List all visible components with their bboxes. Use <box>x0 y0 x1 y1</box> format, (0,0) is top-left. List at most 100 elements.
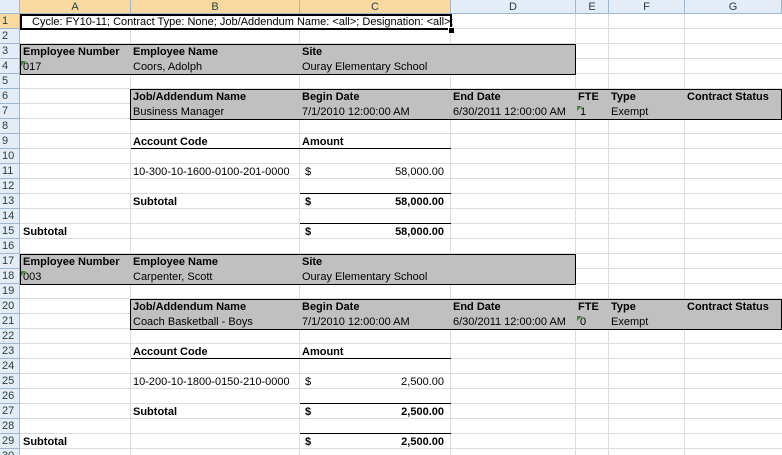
cell-begin-date[interactable]: 7/1/2010 12:00:00 AM <box>302 105 410 119</box>
header-contract-status[interactable]: Contract Status <box>687 90 769 104</box>
row-header[interactable]: 18 <box>0 269 20 284</box>
header-type[interactable]: Type <box>611 90 636 104</box>
cell-employee-number[interactable]: 003 <box>23 270 41 284</box>
row-header[interactable]: 23 <box>0 344 20 359</box>
column-header-g[interactable]: G <box>685 0 782 14</box>
cell-subtotal-label[interactable]: Subtotal <box>133 405 177 419</box>
row-header[interactable]: 12 <box>0 179 20 194</box>
cell-job-name[interactable]: Business Manager <box>133 105 224 119</box>
fill-handle[interactable] <box>448 27 455 34</box>
cell-employee-number[interactable]: 017 <box>23 60 41 74</box>
cell-a1[interactable]: Cycle: FY10-11; Contract Type: None; Job… <box>32 15 454 29</box>
row-header[interactable]: 13 <box>0 194 20 209</box>
cell-currency[interactable]: $ <box>305 225 311 239</box>
row-header[interactable]: 27 <box>0 404 20 419</box>
row-header[interactable]: 15 <box>0 224 20 239</box>
row-header[interactable]: 1 <box>0 14 20 29</box>
row-header[interactable]: 21 <box>0 314 20 329</box>
cell-job-name[interactable]: Coach Basketball - Boys <box>133 315 253 329</box>
header-account-code[interactable]: Account Code <box>133 135 208 149</box>
row-header[interactable]: 22 <box>0 329 20 344</box>
column-header-b[interactable]: B <box>131 0 300 14</box>
select-all-corner[interactable] <box>0 0 20 14</box>
row-header[interactable]: 9 <box>0 134 20 149</box>
cell-currency[interactable]: $ <box>305 195 311 209</box>
row-header[interactable]: 8 <box>0 119 20 134</box>
header-begin-date[interactable]: Begin Date <box>302 90 359 104</box>
row-header[interactable]: 19 <box>0 284 20 299</box>
column-header-e[interactable]: E <box>576 0 609 14</box>
header-fte[interactable]: FTE <box>578 90 599 104</box>
row-header[interactable]: 7 <box>0 104 20 119</box>
cell-amount[interactable]: 2,500.00 <box>320 375 444 389</box>
header-begin-date[interactable]: Begin Date <box>302 300 359 314</box>
row-header[interactable]: 6 <box>0 89 20 104</box>
cell-currency[interactable]: $ <box>305 165 311 179</box>
cell-end-date[interactable]: 6/30/2011 12:00:00 AM <box>453 315 566 329</box>
header-employee-number[interactable]: Employee Number <box>23 255 120 269</box>
cell-amount[interactable]: 58,000.00 <box>320 165 444 179</box>
cell-fte[interactable]: 0 <box>580 315 586 329</box>
cell-currency[interactable]: $ <box>305 405 311 419</box>
row-header[interactable]: 10 <box>0 149 20 164</box>
header-end-date[interactable]: End Date <box>453 90 501 104</box>
cell-begin-date[interactable]: 7/1/2010 12:00:00 AM <box>302 315 410 329</box>
row-header[interactable]: 5 <box>0 74 20 89</box>
cell-account-code[interactable]: 10-300-10-1600-0100-201-0000 <box>133 165 290 179</box>
header-site[interactable]: Site <box>302 45 322 59</box>
header-end-date[interactable]: End Date <box>453 300 501 314</box>
cell-currency[interactable]: $ <box>305 435 311 449</box>
cell-employee-name[interactable]: Carpenter, Scott <box>133 270 213 284</box>
row-header[interactable]: 11 <box>0 164 20 179</box>
cell-subtotal[interactable]: 2,500.00 <box>320 405 444 419</box>
row-header[interactable]: 4 <box>0 59 20 74</box>
cell-subtotal-label[interactable]: Subtotal <box>133 195 177 209</box>
cell-type[interactable]: Exempt <box>611 315 648 329</box>
row-header[interactable]: 30 <box>0 449 20 455</box>
row-header[interactable]: 14 <box>0 209 20 224</box>
column-header-d[interactable]: D <box>451 0 576 14</box>
gridline <box>20 163 782 164</box>
row-header[interactable]: 16 <box>0 239 20 254</box>
cell-type[interactable]: Exempt <box>611 105 648 119</box>
cell-site[interactable]: Ouray Elementary School <box>302 60 427 74</box>
row-header[interactable]: 29 <box>0 434 20 449</box>
header-amount[interactable]: Amount <box>302 345 344 359</box>
header-type[interactable]: Type <box>611 300 636 314</box>
cell-account-code[interactable]: 10-200-10-1800-0150-210-0000 <box>133 375 290 389</box>
row-header[interactable]: 26 <box>0 389 20 404</box>
header-job-name[interactable]: Job/Addendum Name <box>133 90 246 104</box>
row-header[interactable]: 25 <box>0 374 20 389</box>
row-header[interactable]: 20 <box>0 299 20 314</box>
row-header[interactable]: 24 <box>0 359 20 374</box>
header-employee-name[interactable]: Employee Name <box>133 45 218 59</box>
header-employee-number[interactable]: Employee Number <box>23 45 120 59</box>
cell-subtotal-label[interactable]: Subtotal <box>23 435 67 449</box>
cell-subtotal[interactable]: 58,000.00 <box>320 195 444 209</box>
header-amount[interactable]: Amount <box>302 135 344 149</box>
gridline <box>20 343 782 344</box>
cell-employee-name[interactable]: Coors, Adolph <box>133 60 202 74</box>
cell-fte[interactable]: 1 <box>580 105 586 119</box>
header-account-code[interactable]: Account Code <box>133 345 208 359</box>
row-header[interactable]: 17 <box>0 254 20 269</box>
row-header[interactable]: 3 <box>0 44 20 59</box>
header-site[interactable]: Site <box>302 255 322 269</box>
cell-grand-subtotal[interactable]: 58,000.00 <box>320 225 444 239</box>
cell-currency[interactable]: $ <box>305 375 311 389</box>
cell-subtotal-label[interactable]: Subtotal <box>23 225 67 239</box>
header-fte[interactable]: FTE <box>578 300 599 314</box>
cell-end-date[interactable]: 6/30/2011 12:00:00 AM <box>453 105 566 119</box>
header-job-name[interactable]: Job/Addendum Name <box>133 300 246 314</box>
row-header[interactable]: 28 <box>0 419 20 434</box>
cell-grand-subtotal[interactable]: 2,500.00 <box>320 435 444 449</box>
row-header[interactable]: 2 <box>0 29 20 44</box>
column-header-a[interactable]: A <box>20 0 131 14</box>
cell-site[interactable]: Ouray Elementary School <box>302 270 427 284</box>
header-contract-status[interactable]: Contract Status <box>687 300 769 314</box>
header-underline <box>131 148 451 149</box>
column-header-c[interactable]: C <box>300 0 451 14</box>
spreadsheet[interactable]: A B C D E F G 1 2 3 4 5 6 7 8 9 10 11 12… <box>0 0 782 455</box>
header-employee-name[interactable]: Employee Name <box>133 255 218 269</box>
column-header-f[interactable]: F <box>609 0 685 14</box>
